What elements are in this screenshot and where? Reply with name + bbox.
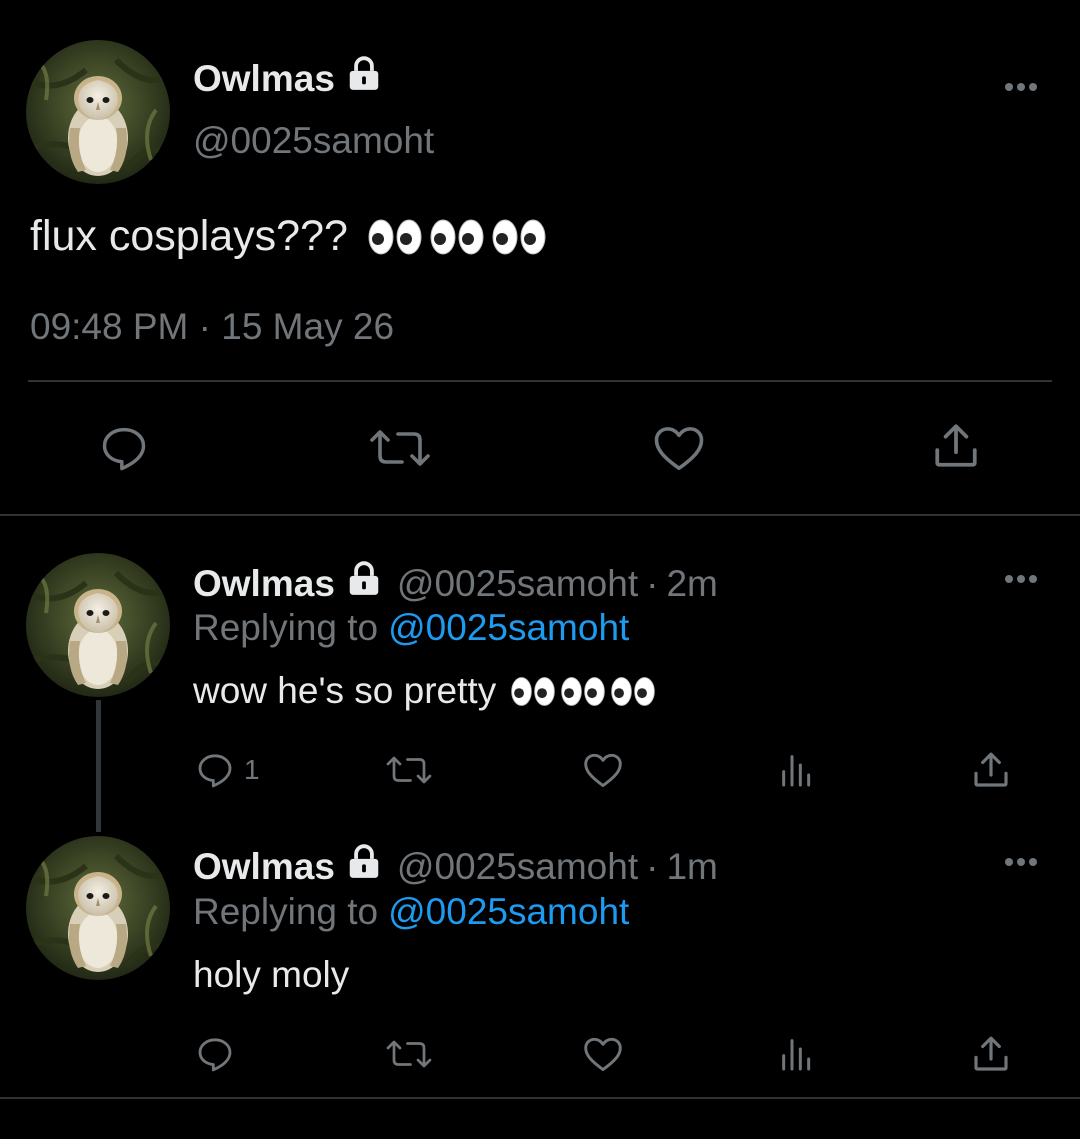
reply-time[interactable]: 2m — [666, 563, 717, 605]
eyes-emoji-icon — [492, 219, 546, 254]
more-icon[interactable] — [1003, 855, 1039, 874]
reply-text: wow he's so pretty — [193, 670, 656, 712]
retweet-icon[interactable] — [368, 424, 432, 472]
separator: · — [646, 845, 659, 887]
lock-icon — [345, 843, 383, 890]
display-name[interactable]: Owlmas — [193, 563, 335, 605]
eyes-emoji-icon — [611, 676, 655, 706]
handle[interactable]: @0025samoht — [397, 563, 638, 605]
lock-icon — [345, 560, 383, 607]
reply-icon[interactable] — [97, 422, 151, 474]
bottom-divider — [0, 1097, 1080, 1099]
retweet-icon[interactable] — [384, 1036, 434, 1072]
owl-avatar-image — [26, 836, 170, 980]
eyes-emoji-icon — [368, 219, 422, 254]
more-icon[interactable] — [1003, 80, 1039, 99]
reply-header: Owlmas @0025samoht · 1m — [193, 843, 718, 890]
like-icon[interactable] — [582, 1035, 624, 1073]
like-icon[interactable] — [582, 751, 624, 789]
separator: · — [646, 562, 659, 604]
share-icon[interactable] — [931, 420, 981, 472]
eyes-emoji-group — [510, 675, 656, 708]
display-name-text: Owlmas — [193, 57, 335, 99]
tweet-timestamp[interactable]: 09:48 PM · 15 May 26 — [30, 306, 394, 348]
reply-text-content: holy moly — [193, 954, 350, 995]
divider — [28, 380, 1052, 382]
handle[interactable]: @0025samoht — [193, 120, 434, 162]
handle[interactable]: @0025samoht — [397, 846, 638, 888]
more-icon[interactable] — [1003, 572, 1039, 591]
share-icon[interactable] — [971, 750, 1011, 790]
avatar[interactable] — [26, 836, 170, 980]
replying-to-label: Replying to — [193, 607, 379, 648]
share-icon[interactable] — [971, 1034, 1011, 1074]
avatar[interactable] — [26, 553, 170, 697]
eyes-emoji-icon — [430, 219, 484, 254]
reply-time[interactable]: 1m — [666, 846, 717, 888]
replying-to: Replying to @0025samoht — [193, 891, 629, 933]
reply-count: 1 — [244, 754, 260, 785]
owl-avatar-image — [26, 553, 170, 697]
thread-line — [96, 700, 101, 832]
views-icon[interactable] — [777, 750, 817, 790]
replying-to-label: Replying to — [193, 891, 379, 932]
eyes-emoji-icon — [561, 676, 605, 706]
reply-header: Owlmas @0025samoht · 2m — [193, 560, 718, 607]
eyes-emoji-group — [366, 217, 548, 257]
retweet-icon[interactable] — [384, 752, 434, 788]
eyes-emoji-icon — [511, 676, 555, 706]
lock-icon — [345, 55, 383, 102]
display-name[interactable]: Owlmas — [193, 55, 383, 102]
mention-link[interactable]: @0025samoht — [388, 891, 629, 932]
reply-text-content: wow he's so pretty — [193, 670, 497, 711]
replying-to: Replying to @0025samoht — [193, 607, 629, 649]
reply-text: holy moly — [193, 954, 349, 996]
tweet-text-content: flux cosplays??? — [30, 212, 348, 260]
like-icon[interactable] — [652, 423, 706, 473]
reply-icon[interactable] — [195, 1034, 235, 1074]
owl-avatar-image — [26, 40, 170, 184]
display-name[interactable]: Owlmas — [193, 846, 335, 888]
reply-icon[interactable] — [195, 750, 235, 790]
avatar[interactable] — [26, 40, 170, 184]
section-divider — [0, 514, 1080, 516]
mention-link[interactable]: @0025samoht — [388, 607, 629, 648]
views-icon[interactable] — [777, 1034, 817, 1074]
tweet-text: flux cosplays??? — [30, 212, 548, 261]
